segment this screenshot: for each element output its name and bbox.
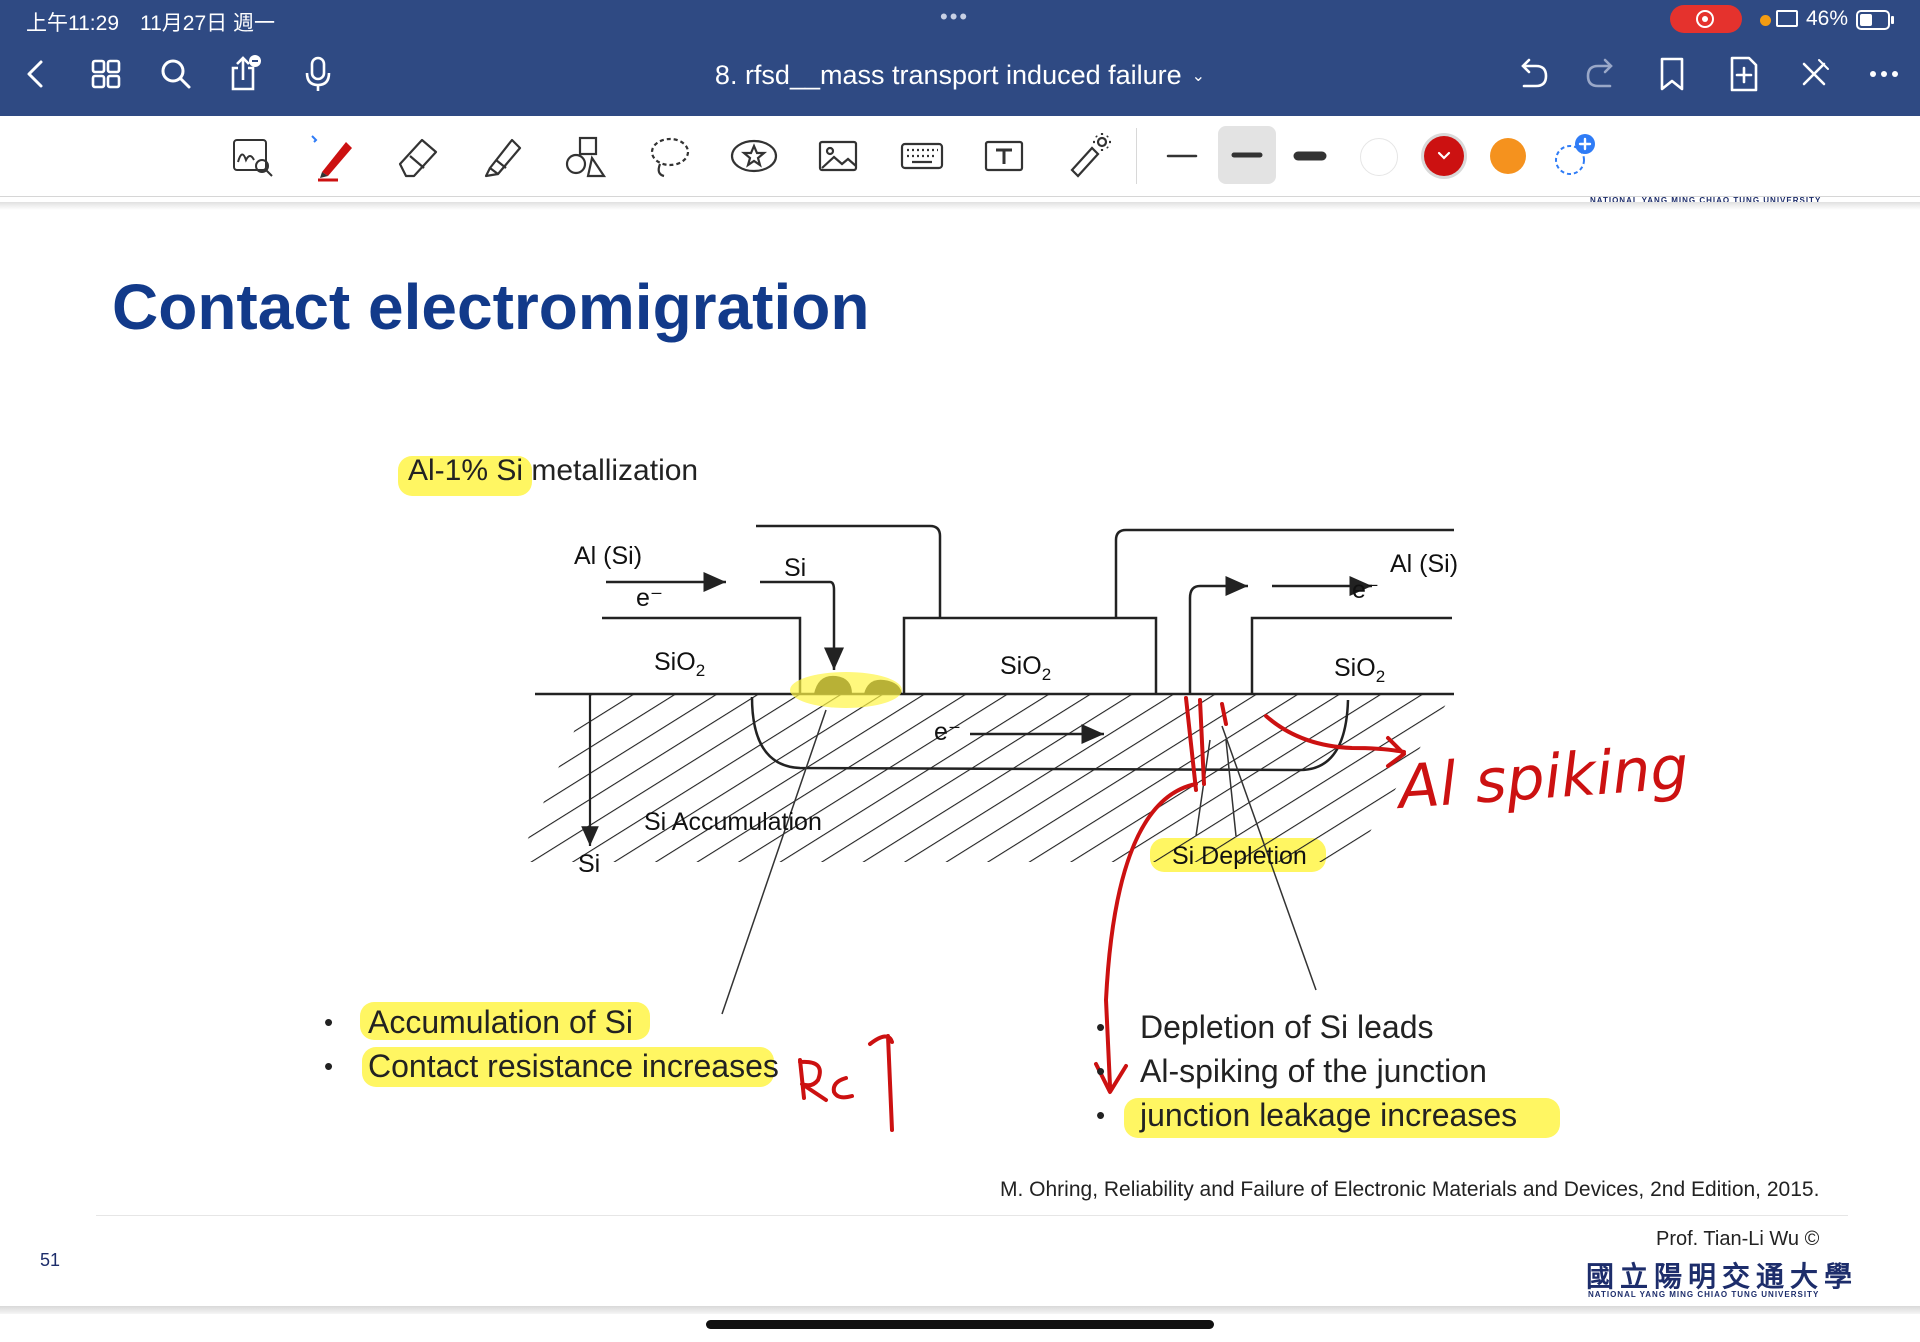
label-sio2-right: SiO2 (1334, 654, 1385, 686)
right-bullet-list: Depletion of Si leads Al-spiking of the … (1096, 1005, 1517, 1137)
home-indicator[interactable] (706, 1320, 1214, 1329)
label-si-top: Si (784, 554, 806, 582)
left-bullet-list: Accumulation of Si Contact resistance in… (324, 1000, 779, 1088)
contact-electromigration-diagram: Al (Si) e⁻ Si SiO2 SiO2 SiO2 Al (Si) e⁻ … (518, 524, 1691, 1132)
label-electron-right: e⁻ (1352, 576, 1379, 604)
page-number: 51 (40, 1250, 61, 1270)
label-sio2-middle: SiO2 (1000, 652, 1051, 684)
annotation-al-spiking: Al spiking (1392, 733, 1691, 823)
label-si-depletion: Si Depletion (1172, 842, 1307, 870)
university-logo-chinese: 國立陽明交通大學 (1586, 1261, 1859, 1292)
page-bottom-shadow (0, 1306, 1920, 1314)
bullet-accumulation: Accumulation of Si (324, 1000, 779, 1044)
label-al-si-left: Al (Si) (574, 542, 642, 570)
bullet-junction-leakage: junction leakage increases (1096, 1093, 1517, 1137)
label-sio2-left: SiO2 (654, 648, 705, 680)
citation: M. Ohring, Reliability and Failure of El… (1000, 1178, 1820, 1201)
university-logo-english: NATIONAL YANG MING CHIAO TUNG UNIVERSITY (1588, 1290, 1820, 1299)
bullet-contact-resistance: Contact resistance increases (324, 1044, 779, 1088)
author-credit: Prof. Tian-Li Wu © (1656, 1228, 1820, 1250)
label-si-accumulation: Si Accumulation (644, 808, 822, 836)
label-electron-middle: e⁻ (934, 718, 961, 746)
label-electron-left: e⁻ (636, 584, 663, 612)
bullet-depletion: Depletion of Si leads (1096, 1005, 1517, 1049)
footer-divider (96, 1215, 1848, 1216)
label-si-bottom: Si (578, 850, 600, 878)
label-al-si-right: Al (Si) (1390, 550, 1458, 578)
bullet-al-spiking: Al-spiking of the junction (1096, 1049, 1517, 1093)
